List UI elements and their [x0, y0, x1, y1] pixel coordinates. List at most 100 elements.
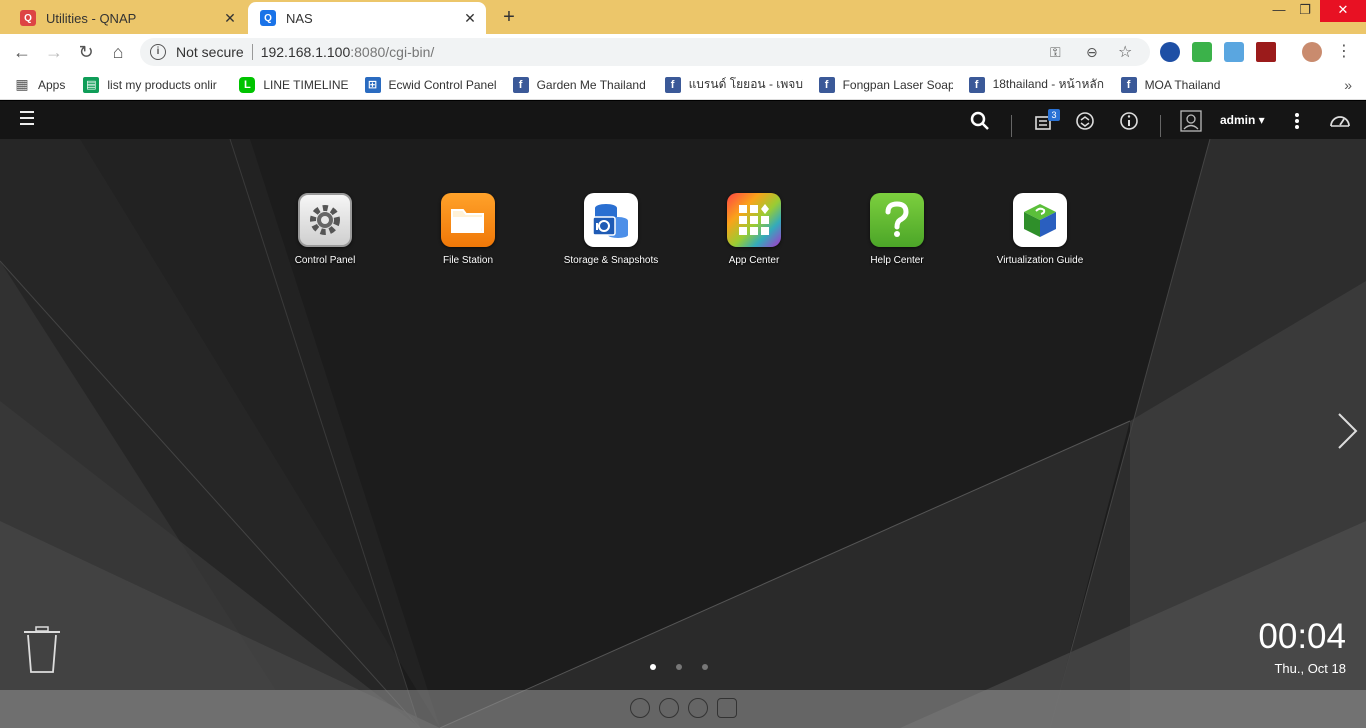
app-label: App Center [728, 255, 780, 266]
cube-icon [1013, 193, 1067, 247]
bookmark-label: แบรนด์ โยยอน - เพจบริษั [688, 77, 803, 91]
home-icon[interactable]: ⌂ [106, 40, 130, 64]
bookmark-item[interactable]: f 18thailand - หน้าหลัก [968, 75, 1105, 94]
dashboard-gauge-icon[interactable] [1328, 109, 1352, 133]
info-icon[interactable]: i [150, 44, 166, 60]
storage-icon [584, 193, 638, 247]
facebook-icon: f [1120, 76, 1137, 93]
facebook-icon: f [968, 76, 985, 93]
bookmark-item[interactable]: L LINE TIMELINE [239, 76, 349, 93]
bookmark-item[interactable]: ⊞ Ecwid Control Panel [364, 76, 497, 93]
extension-icon[interactable] [1160, 42, 1180, 62]
multimedia-icon[interactable] [688, 698, 708, 718]
browser-toolbar: ← → ↻ ⌂ i Not secure 192.168.1.100:8080/… [0, 34, 1366, 70]
bookmark-item[interactable]: ▤ list my products onlir [83, 76, 219, 93]
search-icon[interactable] [968, 109, 992, 133]
app-label: Storage & Snapshots [563, 255, 659, 266]
profile-avatar[interactable] [1302, 42, 1322, 62]
url-host: 192.168.1.100 [260, 44, 351, 60]
desktop-wallpaper [0, 101, 1366, 728]
app-label: Control Panel [294, 255, 356, 266]
bookmarks-bar: ▦ Apps ▤ list my products onlir L LINE T… [0, 70, 1366, 100]
restore-icon[interactable]: ❐ [1290, 0, 1320, 22]
user-menu[interactable]: admin ▾ [1220, 113, 1265, 127]
address-bar[interactable]: i Not secure 192.168.1.100:8080/cgi-bin/ [140, 38, 1150, 66]
bookmark-label: Garden Me Thailand [536, 77, 646, 92]
bookmark-star-icon[interactable]: ☆ [1118, 42, 1132, 62]
app-virtualization-guide[interactable]: Virtualization Guide [975, 193, 1105, 266]
cart-icon: ⊞ [364, 76, 381, 93]
divider [1160, 115, 1161, 137]
download-extension-icon[interactable] [1192, 42, 1212, 62]
app-file-station[interactable]: File Station [403, 193, 533, 266]
qts-desktop: 3 admin ▾ Control Panel File Station Sto… [0, 101, 1366, 728]
tab-nas[interactable]: Q NAS ✕ [248, 2, 486, 34]
close-icon[interactable]: ✕ [220, 10, 240, 27]
url-path: /cgi-bin/ [385, 44, 435, 60]
myqnapcloud-icon[interactable] [630, 698, 650, 718]
close-icon[interactable]: ✕ [460, 10, 480, 27]
recycle-bin-icon[interactable] [22, 625, 62, 675]
app-grid-icon [727, 193, 781, 247]
bookmark-label: list my products onlir [107, 77, 217, 92]
info-icon[interactable] [1117, 109, 1141, 133]
facebook-icon: f [818, 76, 835, 93]
page-dot[interactable] [676, 664, 682, 670]
facebook-icon: f [664, 76, 681, 93]
bookmark-label: LINE TIMELINE [263, 77, 349, 92]
bookmark-label: 18thailand - หน้าหลัก [992, 77, 1104, 91]
tools-icon[interactable] [659, 698, 679, 718]
app-app-center[interactable]: App Center [689, 193, 819, 266]
main-menu-button[interactable] [14, 107, 44, 133]
app-label: Help Center [870, 255, 924, 266]
bookmark-apps[interactable]: ▦ Apps [14, 76, 66, 93]
forward-icon[interactable]: → [42, 40, 66, 64]
bookmark-item[interactable]: f Fongpan Laser Soap [818, 76, 953, 93]
user-avatar-icon[interactable] [1179, 109, 1203, 133]
folder-icon [441, 193, 495, 247]
page-dot[interactable] [702, 664, 708, 670]
apps-grid-icon: ▦ [15, 76, 29, 92]
qnap-favicon-icon: Q [260, 10, 276, 26]
notes-icon[interactable] [717, 698, 737, 718]
more-bookmarks-button[interactable]: » [1344, 77, 1352, 93]
gear-icon [298, 193, 352, 247]
more-options-icon[interactable] [1285, 109, 1309, 133]
app-storage-snapshots[interactable]: Storage & Snapshots [546, 193, 676, 266]
bookmark-label: Apps [38, 77, 66, 92]
divider [251, 44, 253, 60]
zoom-icon[interactable]: ⊖ [1086, 44, 1098, 61]
security-label: Not secure [176, 44, 244, 60]
bottom-dock [0, 690, 1366, 728]
reload-icon[interactable]: ↻ [74, 40, 98, 64]
translate-extension-icon[interactable] [1224, 42, 1244, 62]
bookmark-label: Fongpan Laser Soap [842, 77, 953, 92]
new-tab-button[interactable]: + [498, 6, 520, 28]
bookmark-item[interactable]: f แบรนด์ โยยอน - เพจบริษั [664, 75, 803, 94]
page-indicator [650, 664, 708, 670]
browser-tabbar: Q Utilities - QNAP ✕ Q NAS ✕ + — ❐ ✕ [0, 0, 1366, 34]
clock-date: Thu., Oct 18 [1274, 661, 1346, 676]
window-close-icon[interactable]: ✕ [1320, 0, 1366, 22]
qts-header: 3 admin ▾ [0, 101, 1366, 139]
qnap-favicon-icon: Q [20, 10, 36, 26]
app-label: File Station [442, 255, 494, 266]
pdf-extension-icon[interactable] [1256, 42, 1276, 62]
back-icon[interactable]: ← [10, 40, 34, 64]
tab-utilities-qnap[interactable]: Q Utilities - QNAP ✕ [8, 2, 246, 34]
sheets-icon: ▤ [83, 76, 100, 93]
chevron-right-icon[interactable] [1334, 411, 1360, 451]
notification-count-badge: 3 [1048, 109, 1060, 121]
sync-icon[interactable] [1073, 109, 1097, 133]
line-icon: L [239, 76, 256, 93]
app-label: Virtualization Guide [996, 255, 1084, 266]
app-help-center[interactable]: Help Center [832, 193, 962, 266]
chrome-menu-icon[interactable]: ⋮ [1332, 40, 1356, 64]
app-control-panel[interactable]: Control Panel [260, 193, 390, 266]
tab-title: Utilities - QNAP [46, 10, 137, 26]
bookmark-item[interactable]: f Garden Me Thailand [512, 76, 649, 93]
bookmark-item[interactable]: f MOA Thailand [1120, 76, 1220, 93]
page-dot[interactable] [650, 664, 656, 670]
key-icon[interactable]: ⚿ [1050, 44, 1061, 61]
url-port: :8080 [350, 44, 386, 60]
